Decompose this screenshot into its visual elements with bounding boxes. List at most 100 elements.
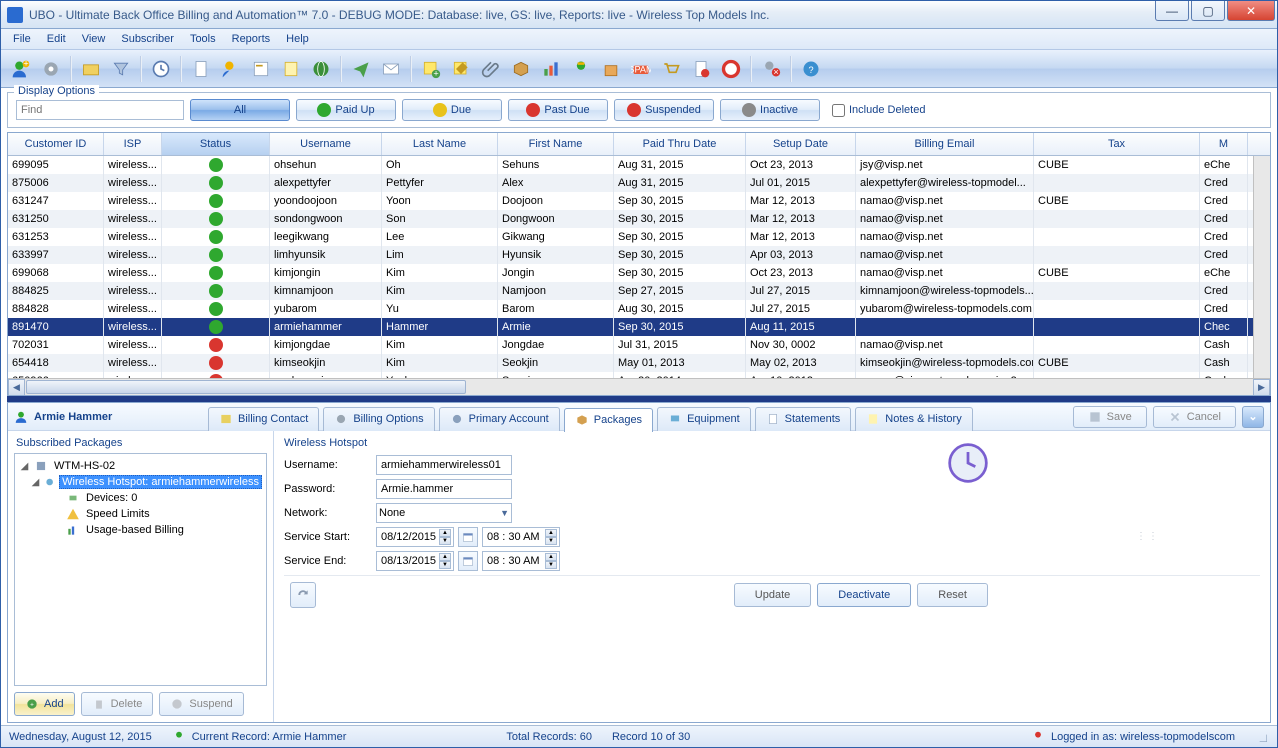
tab-billing-contact[interactable]: Billing Contact	[208, 407, 319, 431]
menu-file[interactable]: File	[5, 31, 39, 47]
deactivate-button[interactable]: Deactivate	[817, 583, 911, 607]
hscroll-thumb[interactable]	[26, 380, 466, 394]
table-row[interactable]: 631247wireless...yoondoojoonYoonDoojoonS…	[8, 192, 1253, 210]
tech-icon[interactable]	[567, 55, 595, 83]
tree-speed[interactable]: Speed Limits	[17, 506, 264, 522]
table-row[interactable]: 699068wireless...kimjonginKimJonginSep 3…	[8, 264, 1253, 282]
tree-hotspot[interactable]: ◢Wireless Hotspot: armiehammerwireless	[17, 474, 264, 490]
end-time-input[interactable]: 08 : 30 AM▲▼	[482, 551, 560, 571]
filter-suspended-button[interactable]: Suspended	[614, 99, 714, 121]
tab-notes[interactable]: Notes & History	[855, 407, 972, 431]
chart-icon[interactable]	[537, 55, 565, 83]
help-icon[interactable]: ?	[797, 55, 825, 83]
sticky-edit-icon[interactable]	[447, 55, 475, 83]
filter-icon[interactable]	[107, 55, 135, 83]
attachment-icon[interactable]	[477, 55, 505, 83]
send-icon[interactable]	[347, 55, 375, 83]
filter-due-button[interactable]: Due	[402, 99, 502, 121]
menu-subscriber[interactable]: Subscriber	[113, 31, 182, 47]
resize-grip[interactable]: ⋮⋮	[1136, 531, 1160, 542]
menu-help[interactable]: Help	[278, 31, 317, 47]
note-icon[interactable]	[277, 55, 305, 83]
col-setup[interactable]: Setup Date	[746, 133, 856, 155]
refresh-button[interactable]	[290, 582, 316, 608]
start-time-input[interactable]: 08 : 30 AM▲▼	[482, 527, 560, 547]
network-select[interactable]: None▼	[376, 503, 512, 523]
tree-usage[interactable]: Usage-based Billing	[17, 522, 264, 538]
cart-icon[interactable]	[657, 55, 685, 83]
start-date-input[interactable]: 08/12/2015▲▼	[376, 527, 454, 547]
menu-tools[interactable]: Tools	[182, 31, 224, 47]
tab-packages[interactable]: Packages	[564, 408, 653, 432]
table-row[interactable]: 631253wireless...leegikwangLeeGikwangSep…	[8, 228, 1253, 246]
col-username[interactable]: Username	[270, 133, 382, 155]
hscroll-right-icon[interactable]: ▶	[1253, 379, 1270, 396]
filter-all-button[interactable]: All	[190, 99, 290, 121]
save-button[interactable]: Save	[1073, 406, 1147, 428]
col-paidthru[interactable]: Paid Thru Date	[614, 133, 746, 155]
lifebuoy-icon[interactable]	[717, 55, 745, 83]
delete-user-icon[interactable]: ×	[757, 55, 785, 83]
add-user-icon[interactable]: +	[7, 55, 35, 83]
menu-reports[interactable]: Reports	[224, 31, 279, 47]
end-calendar-button[interactable]	[458, 551, 478, 571]
package-icon[interactable]	[507, 55, 535, 83]
box-icon[interactable]	[597, 55, 625, 83]
start-calendar-button[interactable]	[458, 527, 478, 547]
open-icon[interactable]	[77, 55, 105, 83]
close-button[interactable]: ✕	[1227, 1, 1275, 21]
table-row[interactable]: 702031wireless...kimjongdaeKimJongdaeJul…	[8, 336, 1253, 354]
tree-delete-button[interactable]: Delete	[81, 692, 154, 716]
update-button[interactable]: Update	[734, 583, 811, 607]
table-row[interactable]: 633997wireless...limhyunsikLimHyunsikSep…	[8, 246, 1253, 264]
table-row[interactable]: 884828wireless...yubaromYuBaromAug 30, 2…	[8, 300, 1253, 318]
col-m[interactable]: M	[1200, 133, 1248, 155]
menu-edit[interactable]: Edit	[39, 31, 74, 47]
table-row[interactable]: 654418wireless...kimseokjinKimSeokjinMay…	[8, 354, 1253, 372]
form-icon[interactable]	[247, 55, 275, 83]
tree-add-button[interactable]: +Add	[14, 692, 75, 716]
expand-button[interactable]: ⌄	[1242, 406, 1264, 428]
tab-equipment[interactable]: Equipment	[657, 407, 751, 431]
spam-icon[interactable]: SPAM	[627, 55, 655, 83]
col-isp[interactable]: ISP	[104, 133, 162, 155]
cancel-button[interactable]: Cancel	[1153, 406, 1236, 428]
filter-paidup-button[interactable]: Paid Up	[296, 99, 396, 121]
grid-body[interactable]: 699095wireless...ohsehunOhSehunsAug 31, …	[8, 156, 1253, 378]
tab-billing-options[interactable]: Billing Options	[323, 407, 434, 431]
hscroll-left-icon[interactable]: ◀	[8, 379, 25, 396]
col-lastname[interactable]: Last Name	[382, 133, 498, 155]
col-status[interactable]: Status	[162, 133, 270, 155]
settings-icon[interactable]	[37, 55, 65, 83]
end-date-input[interactable]: 08/13/2015▲▼	[376, 551, 454, 571]
tree-suspend-button[interactable]: Suspend	[159, 692, 243, 716]
remove-doc-icon[interactable]	[687, 55, 715, 83]
filter-inactive-button[interactable]: Inactive	[720, 99, 820, 121]
mail-icon[interactable]	[377, 55, 405, 83]
menu-view[interactable]: View	[74, 31, 114, 47]
history-icon[interactable]	[147, 55, 175, 83]
sticky-add-icon[interactable]: +	[417, 55, 445, 83]
table-row[interactable]: 631250wireless...sondongwoonSonDongwoonS…	[8, 210, 1253, 228]
filter-pastdue-button[interactable]: Past Due	[508, 99, 608, 121]
tree-root[interactable]: ◢WTM-HS-02	[17, 458, 264, 474]
reset-button[interactable]: Reset	[917, 583, 988, 607]
document-icon[interactable]	[187, 55, 215, 83]
table-row[interactable]: 699095wireless...ohsehunOhSehunsAug 31, …	[8, 156, 1253, 174]
packages-tree[interactable]: ◢WTM-HS-02 ◢Wireless Hotspot: armiehamme…	[14, 453, 267, 686]
col-email[interactable]: Billing Email	[856, 133, 1034, 155]
tree-devices[interactable]: Devices: 0	[17, 490, 264, 506]
tab-statements[interactable]: Statements	[755, 407, 852, 431]
col-tax[interactable]: Tax	[1034, 133, 1200, 155]
minimize-button[interactable]: —	[1155, 1, 1189, 21]
col-customer-id[interactable]: Customer ID	[8, 133, 104, 155]
corner-grip-icon[interactable]	[1255, 730, 1269, 744]
find-input[interactable]	[16, 100, 184, 120]
table-row[interactable]: 884825wireless...kimnamjoonKimNamjoonSep…	[8, 282, 1253, 300]
grid-vscrollbar[interactable]	[1253, 156, 1270, 378]
maximize-button[interactable]: ▢	[1191, 1, 1225, 21]
password-field[interactable]	[376, 479, 512, 499]
titlebar[interactable]: UBO - Ultimate Back Office Billing and A…	[1, 1, 1277, 29]
tab-primary-account[interactable]: Primary Account	[439, 407, 560, 431]
table-row[interactable]: 891470wireless...armiehammerHammerArmieS…	[8, 318, 1253, 336]
